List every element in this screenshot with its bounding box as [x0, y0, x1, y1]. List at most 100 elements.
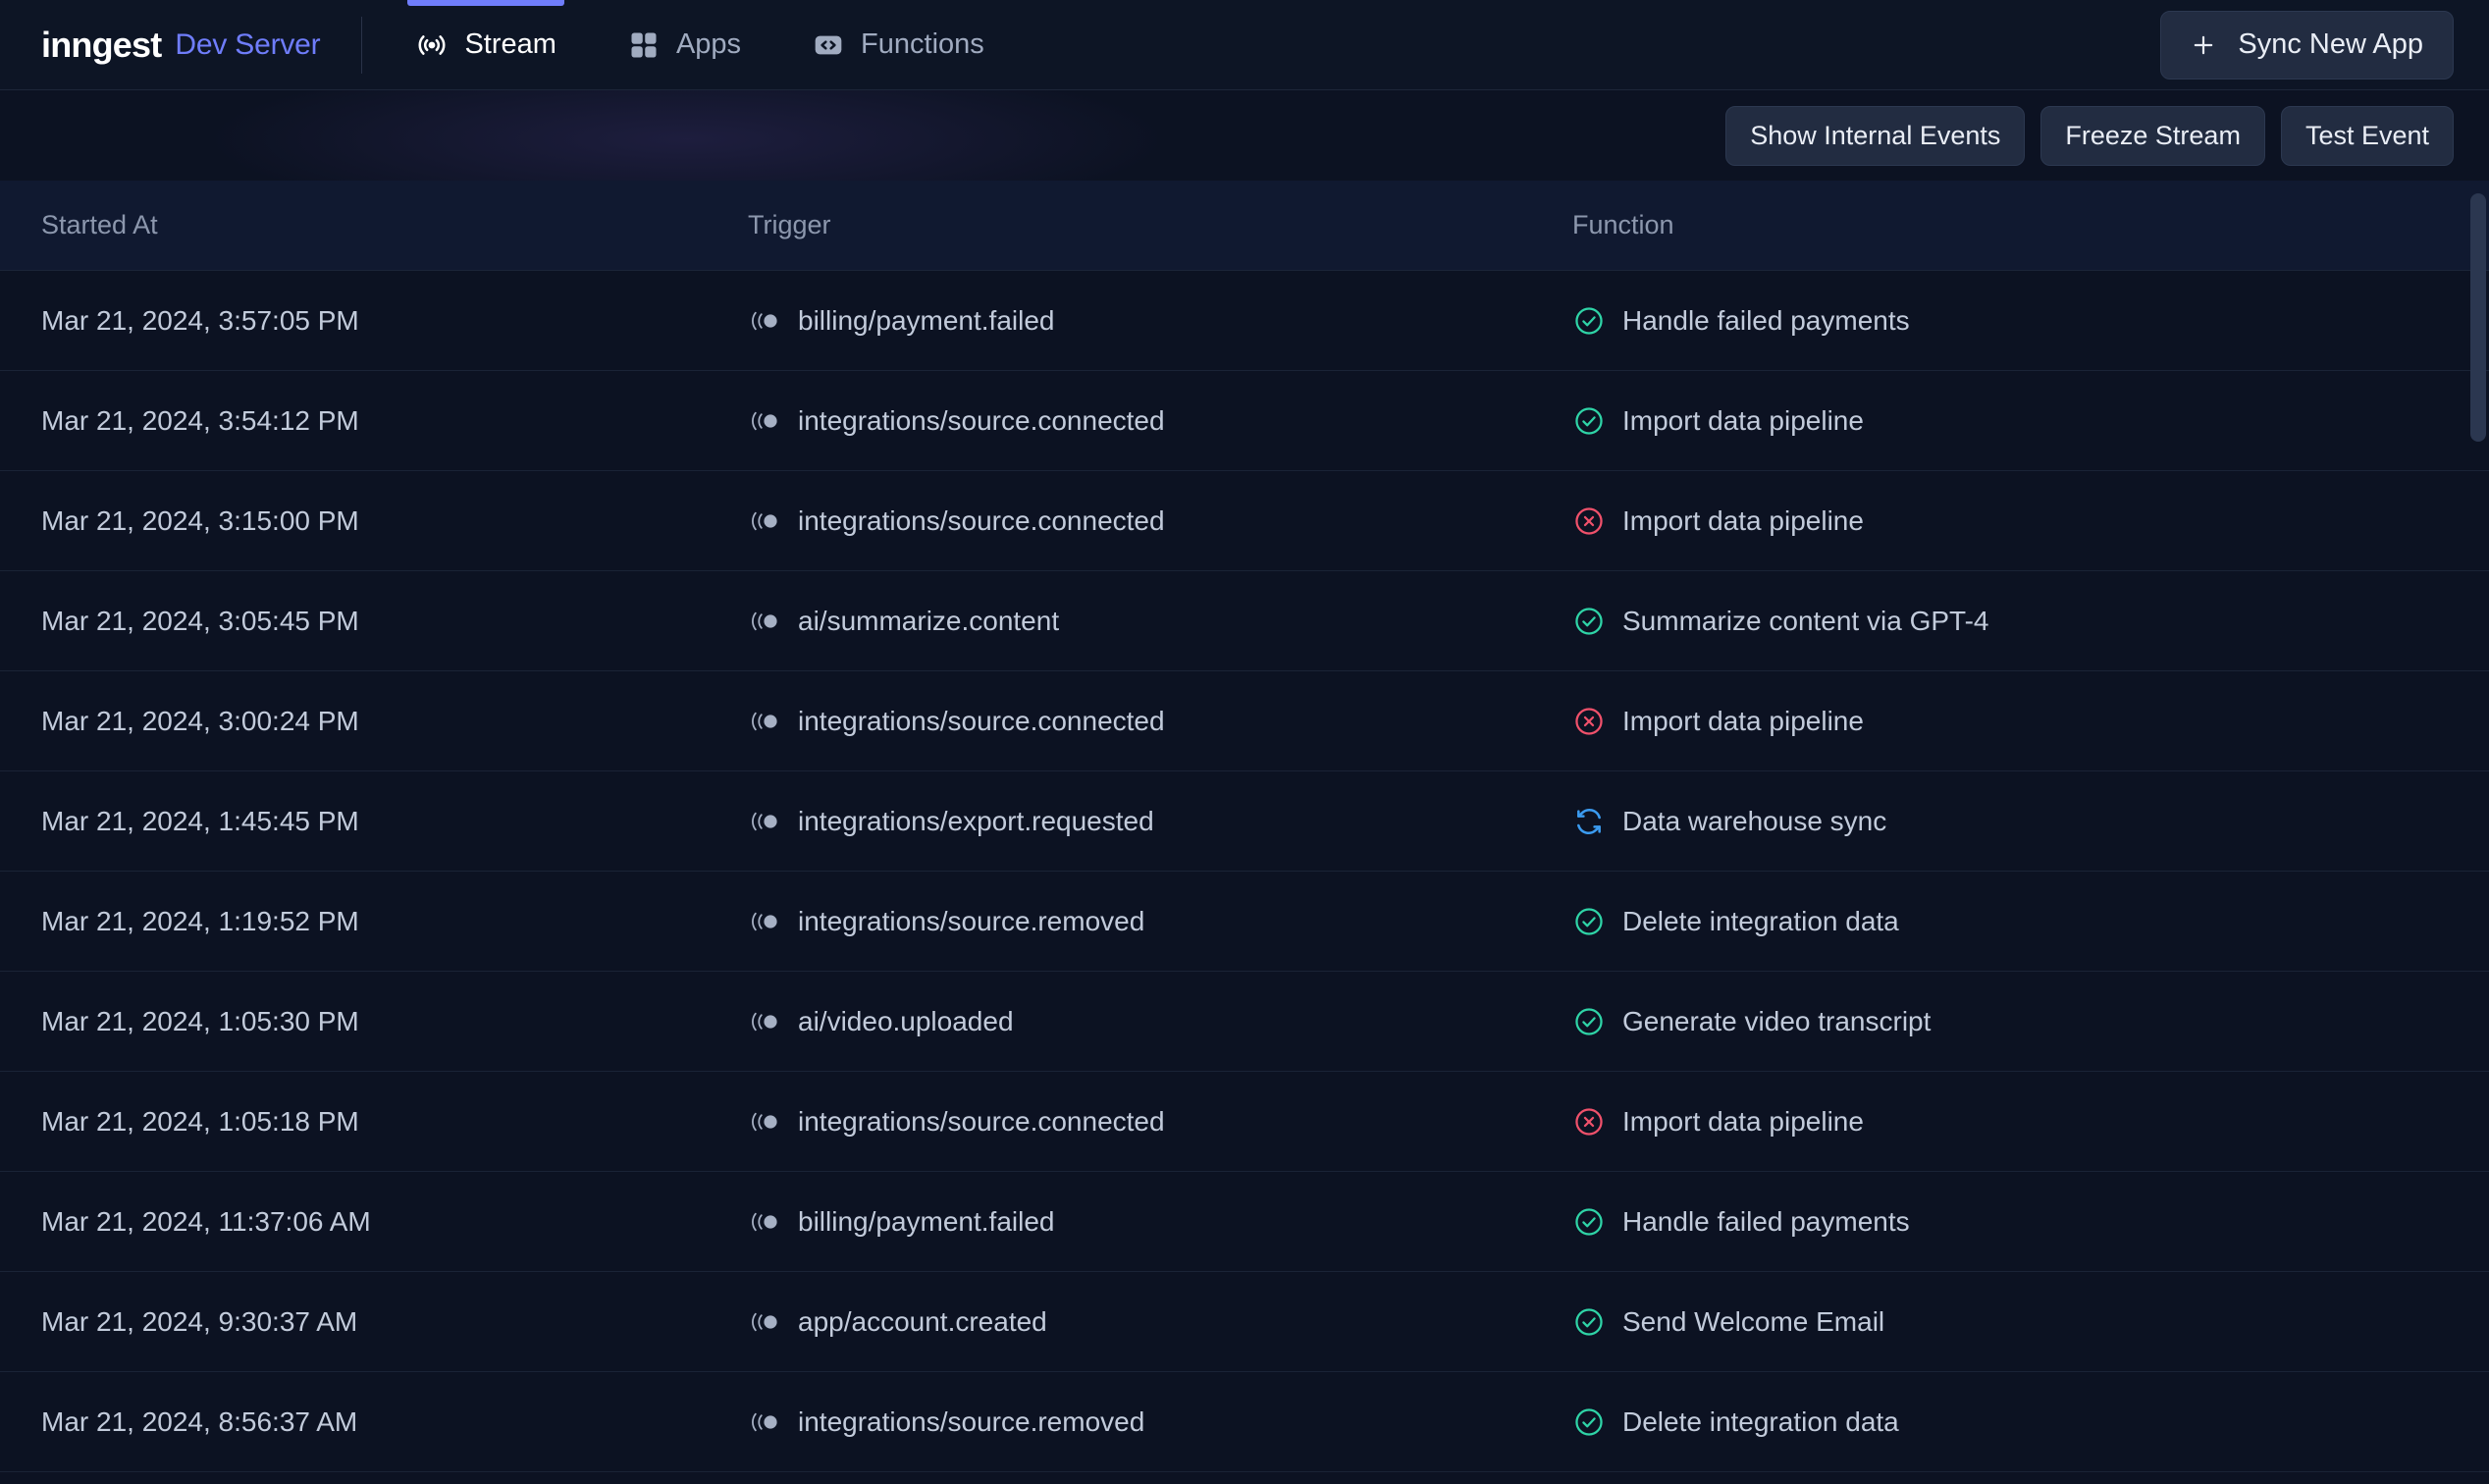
cell-started-at: Mar 21, 2024, 3:00:24 PM	[41, 705, 748, 736]
trigger-text: integrations/source.removed	[798, 905, 1145, 936]
event-pulse-icon	[748, 304, 781, 338]
refresh-circular-arrows-icon	[1572, 805, 1606, 838]
brand-logo[interactable]: inngest Dev Server	[0, 0, 361, 89]
cell-function: Delete integration data	[1572, 905, 2489, 938]
cell-trigger: app/account.created	[748, 1305, 1572, 1339]
dev-server-app: inngest Dev Server Stream Apps Functions…	[0, 0, 2489, 1484]
event-pulse-icon	[748, 1005, 781, 1038]
code-brackets-icon	[812, 28, 845, 62]
function-name-text: Import data pipeline	[1622, 1105, 1864, 1137]
nav-divider	[361, 16, 363, 74]
cell-function: Send Welcome Email	[1572, 1305, 2489, 1339]
cell-function: Handle failed payments	[1572, 304, 2489, 338]
table-row[interactable]: Mar 21, 2024, 3:05:45 PM ai/summarize.con…	[0, 571, 2489, 671]
cell-trigger: integrations/source.connected	[748, 705, 1572, 738]
started-at-text: Mar 21, 2024, 3:54:12 PM	[41, 404, 359, 436]
table-header-row: Started At Trigger Function	[0, 181, 2489, 271]
check-circle-icon	[1572, 605, 1606, 638]
started-at-text: Mar 21, 2024, 8:56:37 AM	[41, 1405, 358, 1437]
check-circle-icon	[1572, 1205, 1606, 1239]
cell-trigger: integrations/source.connected	[748, 404, 1572, 438]
tab-apps[interactable]: Apps	[592, 0, 776, 89]
table-row[interactable]: Mar 21, 2024, 3:00:24 PM integrations/sou…	[0, 671, 2489, 771]
table-row[interactable]: Mar 21, 2024, 1:05:18 PM integrations/sou…	[0, 1072, 2489, 1172]
event-pulse-icon	[748, 1205, 781, 1239]
trigger-text: integrations/source.connected	[798, 504, 1165, 536]
cell-started-at: Mar 21, 2024, 3:54:12 PM	[41, 404, 748, 436]
table-row[interactable]: Mar 21, 2024, 3:54:12 PM integrations/sou…	[0, 371, 2489, 471]
cell-function: Import data pipeline	[1572, 404, 2489, 438]
table-row[interactable]: Mar 21, 2024, 11:37:06 AM billing/payment…	[0, 1172, 2489, 1272]
tab-functions[interactable]: Functions	[776, 0, 1020, 89]
plus-icon	[2187, 28, 2220, 62]
event-pulse-icon	[748, 605, 781, 638]
check-circle-icon	[1572, 1005, 1606, 1038]
cell-trigger: integrations/source.connected	[748, 504, 1572, 538]
broadcast-icon	[415, 28, 449, 62]
test-event-button[interactable]: Test Event	[2280, 105, 2454, 166]
event-pulse-icon	[748, 905, 781, 938]
cell-trigger: integrations/source.connected	[748, 1105, 1572, 1139]
sync-new-app-button[interactable]: Sync New App	[2160, 10, 2454, 80]
started-at-text: Mar 21, 2024, 3:15:00 PM	[41, 504, 359, 536]
function-name-text: Delete integration data	[1622, 1405, 1899, 1437]
table-row[interactable]: Mar 21, 2024, 3:15:00 PM integrations/sou…	[0, 471, 2489, 571]
check-circle-icon	[1572, 304, 1606, 338]
grid-icon	[627, 28, 661, 62]
check-circle-icon	[1572, 1305, 1606, 1339]
cell-trigger: billing/payment.failed	[748, 304, 1572, 338]
column-header-trigger: Trigger	[748, 210, 831, 239]
trigger-text: integrations/source.removed	[798, 1405, 1145, 1437]
started-at-text: Mar 21, 2024, 3:57:05 PM	[41, 304, 359, 336]
tab-stream[interactable]: Stream	[380, 0, 591, 89]
freeze-stream-button[interactable]: Freeze Stream	[2040, 105, 2265, 166]
cell-trigger: integrations/export.requested	[748, 805, 1572, 838]
cell-started-at: Mar 21, 2024, 3:15:00 PM	[41, 504, 748, 536]
started-at-text: Mar 21, 2024, 3:05:45 PM	[41, 605, 359, 636]
event-pulse-icon	[748, 504, 781, 538]
cell-started-at: Mar 21, 2024, 3:57:05 PM	[41, 304, 748, 336]
scrollbar-thumb[interactable]	[2470, 193, 2486, 442]
column-header-function: Function	[1572, 210, 1674, 239]
table-row[interactable]: Mar 21, 2024, 1:05:30 PM ai/video.uploade…	[0, 972, 2489, 1072]
started-at-text: Mar 21, 2024, 1:45:45 PM	[41, 805, 359, 836]
sync-new-app-label: Sync New App	[2238, 28, 2423, 60]
trigger-text: integrations/source.connected	[798, 705, 1165, 736]
column-header-started-at: Started At	[41, 210, 158, 239]
nav-tabs: Stream Apps Functions	[380, 0, 1019, 89]
started-at-text: Mar 21, 2024, 1:19:52 PM	[41, 905, 359, 936]
trigger-text: integrations/export.requested	[798, 805, 1154, 836]
cell-trigger: integrations/source.removed	[748, 905, 1572, 938]
brand-name: inngest	[41, 24, 162, 65]
started-at-text: Mar 21, 2024, 1:05:30 PM	[41, 1005, 359, 1036]
stream-toolbar: Show Internal Events Freeze Stream Test …	[0, 90, 2489, 181]
cell-started-at: Mar 21, 2024, 8:56:37 AM	[41, 1405, 748, 1437]
cell-function: Import data pipeline	[1572, 705, 2489, 738]
event-pulse-icon	[748, 404, 781, 438]
cell-function: Import data pipeline	[1572, 504, 2489, 538]
trigger-text: ai/summarize.content	[798, 605, 1060, 636]
cell-function: Generate video transcript	[1572, 1005, 2489, 1038]
table-row[interactable]: Mar 21, 2024, 1:45:45 PM integrations/exp…	[0, 771, 2489, 872]
vertical-scrollbar[interactable]	[2467, 181, 2489, 1484]
trigger-text: ai/video.uploaded	[798, 1005, 1014, 1036]
table-row[interactable]: Mar 21, 2024, 9:30:37 AM app/account.crea…	[0, 1272, 2489, 1372]
tab-apps-label: Apps	[675, 28, 742, 60]
trigger-text: app/account.created	[798, 1305, 1047, 1337]
trigger-text: billing/payment.failed	[798, 304, 1055, 336]
trigger-text: integrations/source.connected	[798, 1105, 1165, 1137]
started-at-text: Mar 21, 2024, 1:05:18 PM	[41, 1105, 359, 1137]
function-name-text: Data warehouse sync	[1622, 805, 1887, 836]
table-row[interactable]: Mar 21, 2024, 1:19:52 PM integrations/sou…	[0, 872, 2489, 972]
show-internal-events-button[interactable]: Show Internal Events	[1725, 105, 2026, 166]
table-row[interactable]: Mar 21, 2024, 3:57:05 PM billing/payment.…	[0, 271, 2489, 371]
tab-functions-label: Functions	[861, 28, 984, 60]
cell-function: Summarize content via GPT-4	[1572, 605, 2489, 638]
started-at-text: Mar 21, 2024, 9:30:37 AM	[41, 1305, 358, 1337]
trigger-text: billing/payment.failed	[798, 1205, 1055, 1237]
cell-function: Handle failed payments	[1572, 1205, 2489, 1239]
started-at-text: Mar 21, 2024, 3:00:24 PM	[41, 705, 359, 736]
cell-function: Import data pipeline	[1572, 1105, 2489, 1139]
cell-trigger: ai/video.uploaded	[748, 1005, 1572, 1038]
table-row[interactable]: Mar 21, 2024, 8:56:37 AM integrations/sou…	[0, 1372, 2489, 1472]
